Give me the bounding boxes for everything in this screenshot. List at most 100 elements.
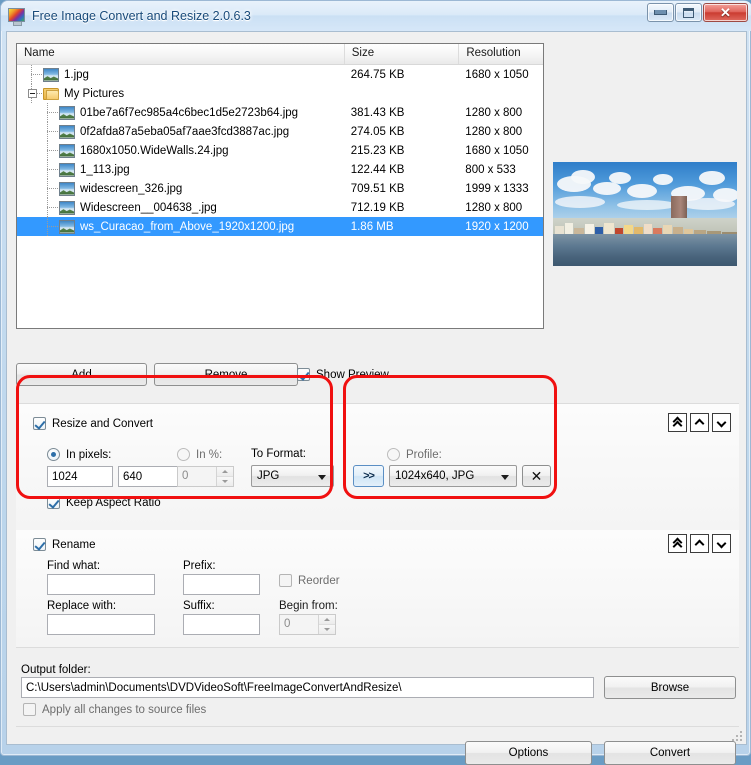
minimize-button[interactable] — [647, 3, 674, 22]
apply-all-changes-label: Apply all changes to source files — [42, 703, 207, 716]
table-row[interactable]: 0f2afda87a5eba05af7aae3fcd3887ac.jpg 274.… — [17, 122, 543, 141]
begin-from-value: 0 — [284, 618, 291, 630]
convert-button[interactable]: Convert — [604, 741, 736, 765]
title-bar: Free Image Convert and Resize 2.0.6.3 ✕ — [1, 1, 751, 31]
file-list[interactable]: Name Size Resolution 1.jpg 264.75 KB 1680 … — [16, 43, 544, 329]
radio-icon — [177, 448, 190, 461]
column-header-resolution[interactable]: Resolution — [459, 44, 543, 64]
keep-aspect-ratio-checkbox[interactable]: Keep Aspect Ratio — [47, 496, 161, 509]
move-up-button[interactable] — [690, 534, 709, 553]
collapse-all-button[interactable] — [668, 413, 687, 432]
table-row[interactable]: 01be7a6f7ec985a4c6bec1d5e2723b64.jpg 381.… — [17, 103, 543, 122]
image-icon — [59, 219, 75, 234]
checkbox-icon — [33, 538, 46, 551]
format-dropdown[interactable]: JPG — [251, 465, 334, 487]
maximize-icon — [683, 7, 694, 18]
rename-checkbox[interactable]: Rename — [33, 538, 95, 551]
rename-label: Rename — [52, 538, 96, 551]
chevron-down-icon — [501, 475, 509, 480]
spinner-up-button[interactable] — [319, 615, 335, 625]
resize-and-convert-checkbox[interactable]: Resize and Convert — [33, 417, 153, 430]
apply-all-changes-checkbox[interactable]: Apply all changes to source files — [23, 703, 206, 716]
add-button[interactable]: Add — [16, 363, 147, 386]
options-button[interactable]: Options — [465, 741, 592, 765]
table-row[interactable]: 1.jpg 264.75 KB 1680 x 1050 — [17, 65, 543, 84]
file-list-header: Name Size Resolution — [17, 44, 543, 65]
chevron-down-icon — [717, 420, 726, 425]
spinner-up-button[interactable] — [217, 467, 233, 477]
find-what-input[interactable] — [47, 574, 155, 595]
browse-button[interactable]: Browse — [604, 676, 736, 699]
file-name: 0f2afda87a5eba05af7aae3fcd3887ac.jpg — [80, 125, 290, 138]
table-row[interactable]: 1_113.jpg 122.44 KB 800 x 533 — [17, 160, 543, 179]
resize-and-convert-label: Resize and Convert — [52, 417, 153, 430]
cell-resolution: 1999 x 1333 — [465, 182, 529, 195]
resize-grip[interactable] — [730, 729, 742, 741]
maximize-button[interactable] — [675, 3, 702, 22]
suffix-label: Suffix: — [183, 600, 215, 612]
column-header-name[interactable]: Name — [17, 44, 345, 64]
collapse-all-button[interactable] — [668, 534, 687, 553]
tree-expander-icon[interactable] — [28, 89, 37, 98]
apply-profile-button[interactable]: >> — [353, 465, 384, 487]
cell-size: 1.86 MB — [350, 220, 394, 233]
move-down-button[interactable] — [712, 413, 731, 432]
prefix-label: Prefix: — [183, 560, 216, 572]
table-row[interactable]: ws_Curacao_from_Above_1920x1200.jpg 1.86 … — [17, 217, 543, 236]
cell-name: My Pictures — [17, 84, 345, 103]
radio-icon — [387, 448, 400, 461]
in-pixels-radio[interactable]: In pixels: — [47, 448, 111, 461]
file-name: My Pictures — [64, 87, 125, 100]
spinner-buttons[interactable] — [216, 467, 233, 486]
remove-button[interactable]: Remove — [154, 363, 298, 386]
radio-icon — [47, 448, 60, 461]
column-header-size[interactable]: Size — [345, 44, 460, 64]
cell-size: 264.75 KB — [350, 68, 405, 81]
preview-tower — [671, 196, 687, 220]
cell-resolution: 800 x 533 — [465, 163, 516, 176]
close-button[interactable]: ✕ — [703, 3, 748, 22]
window-title: Free Image Convert and Resize 2.0.6.3 — [32, 9, 251, 23]
file-name: 1.jpg — [64, 68, 89, 81]
show-preview-label: Show Preview — [316, 368, 389, 381]
spinner-down-button[interactable] — [319, 625, 335, 634]
move-up-button[interactable] — [690, 413, 709, 432]
replace-with-input[interactable] — [47, 614, 155, 635]
reorder-label: Reorder — [298, 574, 340, 587]
spinner-down-button[interactable] — [217, 477, 233, 486]
table-row[interactable]: 1680x1050.WideWalls.24.jpg 215.23 KB 1680 … — [17, 141, 543, 160]
tree-indent — [17, 198, 59, 217]
move-down-button[interactable] — [712, 534, 731, 553]
table-row[interactable]: widescreen_326.jpg 709.51 KB 1999 x 1333 — [17, 179, 543, 198]
preview-pane — [553, 43, 737, 329]
client-area: Name Size Resolution 1.jpg 264.75 KB 1680 … — [6, 31, 747, 765]
file-name: widescreen_326.jpg — [80, 182, 183, 195]
prefix-input[interactable] — [183, 574, 260, 595]
reorder-checkbox[interactable]: Reorder — [279, 574, 340, 587]
height-input[interactable] — [118, 466, 184, 487]
checkbox-icon — [279, 574, 292, 587]
cell-name: Widescreen__004638_.jpg — [17, 198, 345, 217]
chevron-up-icon — [695, 541, 704, 546]
percent-spinner[interactable]: 0 — [177, 466, 234, 487]
profile-radio[interactable]: Profile: — [387, 448, 442, 461]
spinner-buttons[interactable] — [318, 615, 335, 634]
image-icon — [59, 181, 75, 196]
table-row[interactable]: My Pictures — [17, 84, 543, 103]
image-icon — [59, 105, 75, 120]
triangle-up-icon — [222, 470, 228, 473]
profile-dropdown[interactable]: 1024x640, JPG — [389, 465, 517, 487]
begin-from-spinner[interactable]: 0 — [279, 614, 336, 635]
cell-resolution: 1280 x 800 — [465, 201, 523, 214]
close-icon: ✕ — [720, 5, 731, 20]
profile-value: 1024x640, JPG — [395, 470, 475, 482]
width-input[interactable] — [47, 466, 113, 487]
suffix-input[interactable] — [183, 614, 260, 635]
cell-size: 215.23 KB — [350, 144, 405, 157]
show-preview-checkbox[interactable]: Show Preview — [297, 368, 389, 381]
table-row[interactable]: Widescreen__004638_.jpg 712.19 KB 1280 x 8… — [17, 198, 543, 217]
delete-profile-button[interactable]: ✕ — [522, 465, 551, 487]
checkbox-icon — [33, 417, 46, 430]
in-percent-radio[interactable]: In %: — [177, 448, 222, 461]
output-folder-input[interactable] — [21, 677, 594, 698]
